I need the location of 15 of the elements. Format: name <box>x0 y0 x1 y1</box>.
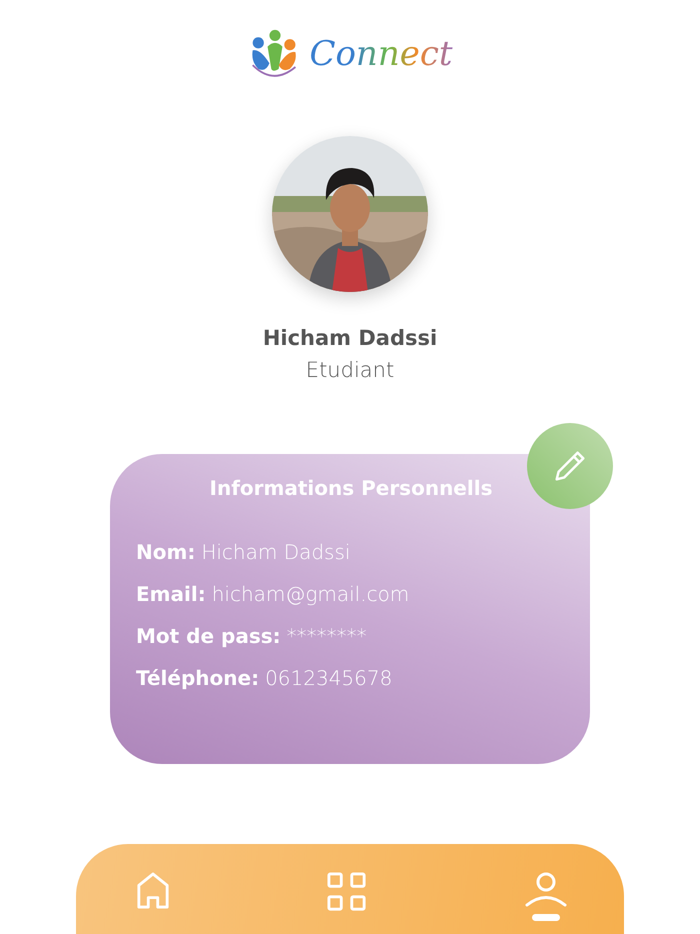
person-icon <box>524 872 568 908</box>
profile-role: Etudiant <box>306 358 394 382</box>
active-indicator <box>532 914 560 921</box>
home-icon <box>136 872 170 910</box>
field-value: hicham@gmail.com <box>212 582 410 606</box>
field-label: Téléphone: <box>136 666 260 690</box>
field-value: 0612345678 <box>265 666 392 690</box>
field-label: Mot de pass: <box>136 624 281 648</box>
card-title: Informations Personnells <box>208 476 494 500</box>
field-label: Nom: <box>136 540 196 564</box>
field-value: ******** <box>286 624 367 648</box>
field-label: Email: <box>136 582 206 606</box>
grid-icon <box>327 872 367 912</box>
profile-name: Hicham Dadssi <box>262 326 438 350</box>
field-value: Hicham Dadssi <box>201 540 350 564</box>
